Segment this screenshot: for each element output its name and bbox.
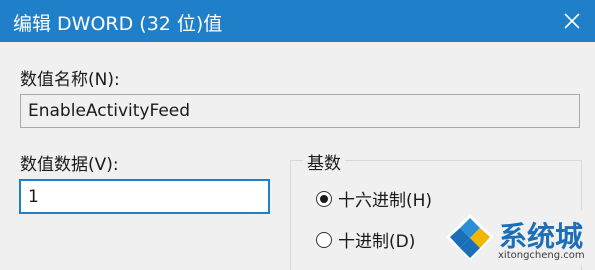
watermark: 系统城 xitongcheng.com <box>436 210 595 266</box>
value-data-label: 数值数据(V): <box>20 155 119 175</box>
base-group-title: 基数 <box>303 149 345 174</box>
title-bar: 编辑 DWORD (32 位)值 <box>0 0 595 42</box>
radio-hexadecimal[interactable]: 十六进制(H) <box>316 186 432 211</box>
radio-decimal-label: 十进制(D) <box>338 232 416 252</box>
watermark-logo-icon <box>446 214 494 260</box>
value-name-label: 数值名称(N): <box>20 70 120 90</box>
watermark-text: 系统城 <box>499 220 584 253</box>
radio-hexadecimal-label: 十六进制(H) <box>338 191 433 211</box>
close-button[interactable] <box>553 2 591 40</box>
radio-unselected-icon <box>316 231 332 248</box>
value-name-field[interactable]: EnableActivityFeed <box>20 94 580 128</box>
dialog-title: 编辑 DWORD (32 位)值 <box>13 13 223 35</box>
value-data-input[interactable] <box>19 179 270 214</box>
close-icon <box>564 13 580 29</box>
radio-decimal[interactable]: 十进制(D) <box>316 227 415 252</box>
watermark-url: xitongcheng.com <box>498 250 585 261</box>
radio-selected-icon <box>316 190 332 207</box>
